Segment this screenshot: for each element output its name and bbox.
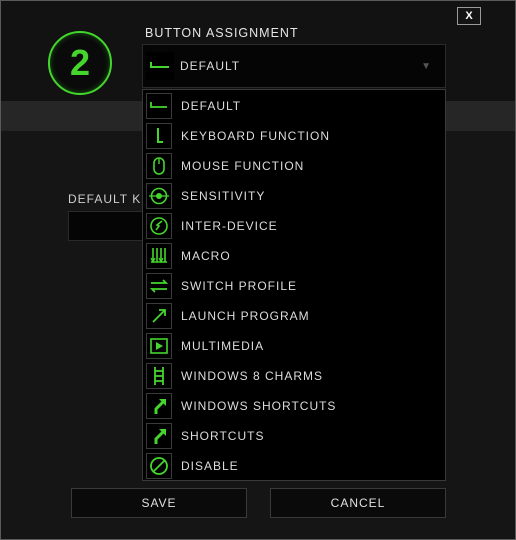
menu-item-label: WINDOWS SHORTCUTS xyxy=(181,399,337,413)
menu-item-inter-device[interactable]: INTER-DEVICE xyxy=(143,211,445,240)
menu-item-shortcuts[interactable]: SHORTCUTS xyxy=(143,421,445,450)
menu-item-keyboard-function[interactable]: KEYBOARD FUNCTION xyxy=(143,121,445,150)
menu-item-label: MACRO xyxy=(181,249,231,263)
shortcuts-icon xyxy=(146,423,172,449)
sensitivity-icon xyxy=(146,183,172,209)
menu-item-label: SWITCH PROFILE xyxy=(181,279,298,293)
menu-item-multimedia[interactable]: MULTIMEDIA xyxy=(143,331,445,360)
menu-item-launch-program[interactable]: LAUNCH PROGRAM xyxy=(143,301,445,330)
close-button[interactable]: X xyxy=(457,7,481,25)
menu-item-label: MOUSE FUNCTION xyxy=(181,159,305,173)
menu-item-switch-profile[interactable]: SWITCH PROFILE xyxy=(143,271,445,300)
chevron-down-icon: ▼ xyxy=(421,61,431,72)
inter-device-icon xyxy=(146,213,172,239)
menu-item-label: KEYBOARD FUNCTION xyxy=(181,129,331,143)
cancel-button[interactable]: CANCEL xyxy=(270,488,446,518)
menu-item-sensitivity[interactable]: SENSITIVITY xyxy=(143,181,445,210)
macro-icon xyxy=(146,243,172,269)
menu-item-label: LAUNCH PROGRAM xyxy=(181,309,310,323)
button-assignment-dialog: X 2 BUTTON ASSIGNMENT DEFAULT ▼ DEFAULT … xyxy=(0,0,516,540)
default-keyboard-label: DEFAULT K xyxy=(68,192,142,206)
menu-item-label: SENSITIVITY xyxy=(181,189,266,203)
save-button[interactable]: SAVE xyxy=(71,488,247,518)
menu-item-label: INTER-DEVICE xyxy=(181,219,278,233)
assignment-dropdown-menu: DEFAULT KEYBOARD FUNCTION MOUSE FUNCTION… xyxy=(142,89,446,481)
menu-item-label: DISABLE xyxy=(181,459,239,473)
menu-item-default[interactable]: DEFAULT xyxy=(143,91,445,120)
default-keyboard-field[interactable] xyxy=(68,211,146,241)
menu-item-macro[interactable]: MACRO xyxy=(143,241,445,270)
button-number: 2 xyxy=(69,42,91,83)
menu-item-label: WINDOWS 8 CHARMS xyxy=(181,369,323,383)
windows-shortcuts-icon xyxy=(146,393,172,419)
mouse-icon xyxy=(146,153,172,179)
default-arrow-icon xyxy=(146,93,172,119)
menu-item-windows-shortcuts[interactable]: WINDOWS SHORTCUTS xyxy=(143,391,445,420)
keyboard-function-icon xyxy=(146,123,172,149)
menu-item-disable[interactable]: DISABLE xyxy=(143,451,445,480)
assignment-select[interactable]: DEFAULT ▼ xyxy=(142,44,446,88)
menu-item-label: MULTIMEDIA xyxy=(181,339,265,353)
selected-value: DEFAULT xyxy=(180,59,241,73)
multimedia-icon xyxy=(146,333,172,359)
menu-item-label: SHORTCUTS xyxy=(181,429,265,443)
menu-item-mouse-function[interactable]: MOUSE FUNCTION xyxy=(143,151,445,180)
assignment-title: BUTTON ASSIGNMENT xyxy=(145,26,299,40)
disable-icon xyxy=(146,453,172,479)
launch-program-icon xyxy=(146,303,172,329)
menu-item-label: DEFAULT xyxy=(181,99,242,113)
button-number-badge: 2 xyxy=(48,31,112,95)
menu-item-windows-8-charms[interactable]: WINDOWS 8 CHARMS xyxy=(143,361,445,390)
switch-profile-icon xyxy=(146,273,172,299)
windows-charms-icon xyxy=(146,363,172,389)
default-arrow-icon xyxy=(146,52,174,80)
